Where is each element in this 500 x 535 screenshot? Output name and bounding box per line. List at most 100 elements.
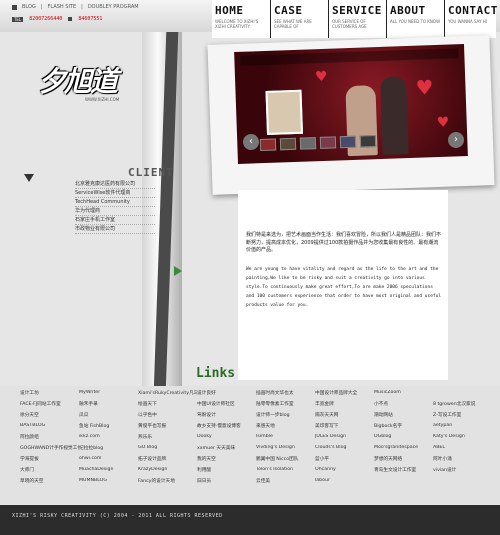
friend-link[interactable]: 瓜瓜 [79, 412, 138, 423]
nav-about[interactable]: ABOUT ALL YOU NEED TO KNOW [386, 0, 444, 38]
thumbnail[interactable] [259, 138, 277, 152]
friend-link[interactable]: 融禾手录 [79, 401, 138, 412]
friend-link[interactable]: GOGHWAND计手作视觉工作室 [20, 445, 79, 456]
friend-link[interactable]: Vivding's Design [256, 445, 315, 456]
thumbnail[interactable] [339, 135, 357, 149]
friend-link[interactable]: 梦想的天网络 [374, 456, 433, 467]
thumbnail[interactable] [319, 136, 337, 149]
nav-home[interactable]: HOME WELCOME TO XIZHI'S XIZHI CREATIVITY [212, 0, 270, 38]
heart-icon: ♥ [436, 114, 450, 132]
friend-link[interactable]: 潮动网站 [374, 412, 433, 423]
top-link-blog[interactable]: BLOG [22, 4, 36, 10]
tel-tag: TEL [12, 16, 24, 22]
nav-case[interactable]: CASE SEE WHAT WE ARE CAPABLE OF [270, 0, 328, 38]
friend-link[interactable]: ikkz.com [79, 434, 138, 445]
client-item[interactable]: 市政物业有限公司 [75, 225, 155, 234]
friend-link[interactable]: Xiami'sRukyCreativity凡马编编 [138, 390, 197, 401]
about-text-cn: 我们特是来选为，把艺术画面当作生活：我们喜欢冒险，所以我们人是精品团队：我们不断… [246, 232, 442, 253]
friend-link[interactable]: 我的天空 [197, 456, 256, 467]
friend-link[interactable]: vivian设计 [433, 467, 492, 478]
friend-link[interactable]: MyWriter [79, 390, 138, 401]
friend-link[interactable]: 小不点 [374, 401, 433, 412]
friend-link[interactable]: 美印客写下 [315, 423, 374, 434]
friend-link[interactable]: 设计工坊 [20, 390, 79, 401]
friend-link[interactable]: Z-写设工作室 [433, 412, 492, 423]
thumbnail[interactable] [359, 134, 377, 148]
friend-link[interactable]: 青岛生文设计工作室 [374, 467, 433, 478]
friend-link[interactable]: BASTBLOG [20, 423, 79, 434]
friend-link[interactable]: FACE·FJ同站工作室 [20, 401, 79, 412]
top-link-doubley[interactable]: DOUBLEY PROGRAM [88, 4, 139, 10]
play-icon [174, 266, 182, 276]
friend-link[interactable]: MUMNBLOG [79, 478, 138, 489]
friend-link[interactable]: 绘画天下 [138, 401, 197, 412]
friend-link[interactable]: Katy's Design [433, 434, 492, 445]
links-heading: Links [196, 366, 236, 381]
friend-link[interactable]: GO Blog [138, 445, 197, 456]
friend-link[interactable]: Tolon's Isolation [256, 467, 315, 478]
friend-link[interactable]: Bigbock名字 [374, 423, 433, 434]
friend-link[interactable]: ohwi.com [79, 456, 138, 467]
friend-link[interactable]: 隔灰天天网 [315, 412, 374, 423]
client-item[interactable]: TechHead Community [75, 198, 155, 207]
friend-link[interactable]: 丰宽金牌 [315, 401, 374, 412]
client-list: 北京雅克康达医药有限公司 ServiceWise软件代理商 TechHead C… [75, 180, 155, 234]
nav-contact[interactable]: CONTACT YOU WANNA SAY HI [444, 0, 497, 38]
client-item[interactable]: 华为代理商 [75, 207, 155, 216]
friend-link[interactable]: ABEL [433, 445, 492, 456]
friend-link[interactable]: 徐分天空 [20, 412, 79, 423]
friend-link[interactable]: 设计良好 [197, 390, 256, 401]
friend-link[interactable]: 鱼站 FishBlog [79, 423, 138, 434]
friend-link[interactable]: aetypan [433, 423, 492, 434]
client-item[interactable]: ServiceWise软件代理商 [75, 189, 155, 198]
friend-link[interactable]: Clouds's Blog [315, 445, 374, 456]
friend-link[interactable]: 8 tgrowen北汉家说 [433, 401, 492, 412]
friend-link[interactable]: 草晓的天空 [20, 478, 79, 489]
friend-link[interactable]: 燕乐乐 [138, 434, 197, 445]
site-logo[interactable]: 夕旭道 [38, 60, 118, 100]
client-item[interactable]: 石家庄手机工作室 [75, 216, 155, 225]
friend-link[interactable]: 驾盼设计 [197, 412, 256, 423]
friend-link[interactable]: DGblog [374, 434, 433, 445]
friend-link[interactable]: 学海提拔 [20, 456, 79, 467]
friend-link[interactable]: Isimble [256, 434, 315, 445]
friend-link[interactable]: 云佳美 [256, 478, 315, 489]
friend-link[interactable]: 鹏翼中国 Nicco团队 [256, 456, 315, 467]
friend-link[interactable]: 拓子设计品牌 [138, 456, 197, 467]
friend-link[interactable]: MuachaDesign [79, 467, 138, 478]
top-link-flash[interactable]: FLASH SITE [48, 4, 77, 10]
friend-link[interactable]: 来感天地 [256, 423, 315, 434]
heart-icon: ♥ [415, 75, 434, 100]
friend-link[interactable]: 阿叶小涌 [433, 456, 492, 467]
top-links: BLOG | FLASH SITE | DOUBLEY PROGRAM [12, 4, 139, 10]
friend-link[interactable]: Dooky [197, 434, 256, 445]
thumbnail[interactable] [279, 137, 297, 151]
friend-link[interactable]: 利用酸 [197, 467, 256, 478]
thumbnail[interactable] [299, 137, 317, 150]
client-item[interactable]: 北京雅克康达医药有限公司 [75, 180, 155, 189]
friend-link[interactable]: Moo'sgranitespace [374, 445, 433, 456]
friend-link[interactable]: 故乡支持·慢意设博客 [197, 423, 256, 434]
friend-link[interactable]: xxmuer 天天美味 [197, 445, 256, 456]
next-arrow-icon[interactable]: › [448, 132, 464, 148]
friend-link[interactable]: KrazyDesign [138, 467, 197, 478]
nav-service[interactable]: SERVICE OUR SERVICE OF CUSTOMERS AGE [328, 0, 386, 38]
friend-link[interactable]: 以乎色中 [138, 412, 197, 423]
friend-link[interactable]: labour [315, 478, 374, 489]
friend-link[interactable]: 陆零零像素工作室 [256, 401, 315, 412]
prev-arrow-icon[interactable]: ‹ [243, 134, 259, 150]
friend-link[interactable]: Fancy的设计天地 [138, 478, 197, 489]
friend-link[interactable]: 纪拉拉blog [79, 445, 138, 456]
friend-link[interactable]: 蓝小平 [315, 456, 374, 467]
friend-link[interactable]: Ohcanny [315, 467, 374, 478]
friend-link[interactable]: 旧日员 [197, 478, 256, 489]
friend-link[interactable]: 设计师一步blog [256, 412, 315, 423]
friend-link[interactable]: 插画时尚文华也太 [256, 390, 315, 401]
friend-link[interactable]: 大师门 [20, 467, 79, 478]
friend-link[interactable]: JULES Design [315, 434, 374, 445]
friend-link[interactable]: MusicZoom [374, 390, 433, 401]
friend-link[interactable]: 阿拉颜组 [20, 434, 79, 445]
friend-link[interactable]: 黄俊平也写报 [138, 423, 197, 434]
friend-link[interactable]: 中国设计师品牌大全 [315, 390, 374, 401]
friend-link[interactable]: 中国UI设计师社区 [197, 401, 256, 412]
